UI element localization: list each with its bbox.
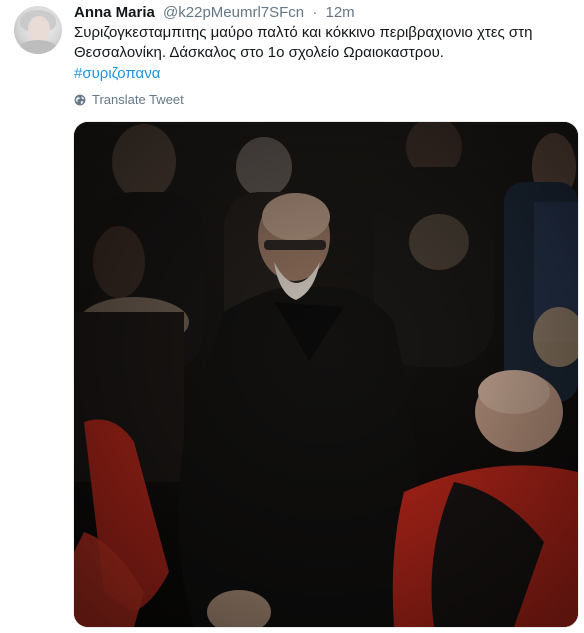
display-name[interactable]: Anna Maria [74, 4, 155, 21]
avatar-face [28, 16, 50, 42]
tweet-header: Anna Maria @k22pMeumrl7SFcn · 12m [74, 3, 355, 23]
translate-label: Translate Tweet [92, 92, 184, 107]
translate-tweet-link[interactable]: Translate Tweet [74, 92, 184, 108]
globe-icon [74, 94, 86, 106]
user-handle[interactable]: @k22pMeumrl7SFcn [163, 4, 304, 21]
tweet-text: Συριζογκεσταμπιτης μαύρο παλτό και κόκκι… [74, 24, 533, 61]
hashtag-link[interactable]: #συριζοπανα [74, 64, 160, 84]
tweet-photo[interactable] [74, 122, 578, 627]
tweet-timestamp[interactable]: 12m [325, 4, 354, 21]
header-separator: · [312, 4, 318, 21]
avatar-shoulder [18, 40, 58, 54]
avatar[interactable] [14, 6, 62, 54]
crowd-photo-image [74, 122, 578, 627]
